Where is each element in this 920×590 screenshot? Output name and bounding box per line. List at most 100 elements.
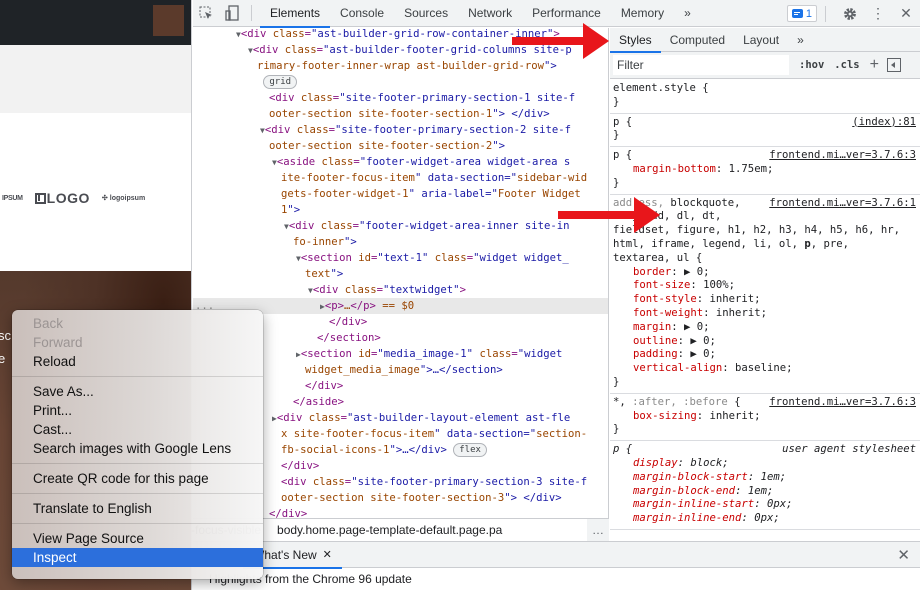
tab-sources[interactable]: Sources: [394, 0, 458, 27]
menu-item-reload[interactable]: Reload: [12, 352, 263, 371]
css-declaration[interactable]: font-style: inherit;: [613, 293, 916, 307]
style-rule[interactable]: element.style {}: [610, 80, 920, 114]
css-declaration[interactable]: margin-inline-end: 0px;: [613, 512, 916, 526]
more-sidebar-tabs-chevron-icon[interactable]: »: [788, 28, 813, 52]
inspect-element-icon[interactable]: [193, 0, 219, 27]
css-declaration[interactable]: margin-block-start: 1em;: [613, 471, 916, 485]
toggle-sidebar-icon[interactable]: [886, 58, 901, 72]
tab-elements[interactable]: Elements: [260, 0, 331, 28]
sidebar-tabs: Styles Computed Layout »: [610, 28, 920, 53]
logoipsum-mark-icon: ✣: [101, 195, 108, 202]
dom-node-line[interactable]: ooter-section site-footer-section-1"> </…: [193, 106, 608, 122]
new-style-rule-plus-icon[interactable]: +: [870, 56, 879, 74]
settings-gear-icon[interactable]: [836, 0, 864, 27]
dom-node-line[interactable]: ooter-section site-footer-section-2">: [193, 138, 608, 154]
dom-node-line[interactable]: ▼<div class="footer-widget-area-inner si…: [193, 218, 608, 234]
menu-item-back: Back: [33, 316, 64, 331]
menu-item-save-as[interactable]: Save As...: [12, 382, 263, 401]
dom-node-line[interactable]: 1">: [193, 202, 608, 218]
css-declaration[interactable]: box-sizing: inherit;: [613, 410, 916, 424]
dom-node-line[interactable]: ▼<aside class="footer-widget-area widget…: [193, 154, 608, 170]
css-declaration[interactable]: font-weight: inherit;: [613, 307, 916, 321]
rule-source-link[interactable]: frontend.mi…ver=3.7.6:1: [769, 197, 916, 211]
close-devtools-icon[interactable]: ✕: [892, 0, 920, 27]
logo-logoipsum: ✣ logoipsum: [101, 194, 146, 203]
message-icon: [791, 9, 803, 18]
tab-memory[interactable]: Memory: [611, 0, 674, 27]
device-toolbar-icon[interactable]: [219, 0, 245, 27]
tab-layout[interactable]: Layout: [734, 28, 788, 52]
whats-new-content: Highlights from the Chrome 96 update: [193, 569, 920, 590]
annotation-arrow-styles: [512, 23, 609, 59]
menu-item-create-qr-code-for-this-page[interactable]: Create QR code for this page: [12, 469, 263, 488]
menu-item-search-images-with-google-lens[interactable]: Search images with Google Lens: [12, 439, 263, 458]
css-declaration[interactable]: vertical-align: baseline;: [613, 362, 916, 376]
drawer-tabbar: Console What's New✕ ✕: [189, 541, 920, 569]
css-declaration[interactable]: margin: ▶ 0;: [613, 321, 916, 335]
grid-badge[interactable]: grid: [263, 75, 298, 89]
css-declaration[interactable]: outline: ▶ 0;: [613, 335, 916, 349]
dom-node-line[interactable]: rimary-footer-inner-wrap ast-builder-gri…: [193, 58, 608, 74]
breadcrumb-more-button[interactable]: …: [587, 519, 609, 541]
dom-node-line[interactable]: ▼<div class="site-footer-primary-section…: [193, 122, 608, 138]
dom-node-line[interactable]: fo-inner">: [193, 234, 608, 250]
site-gray-band: [0, 45, 191, 113]
kebab-menu-icon[interactable]: ⋮: [864, 0, 892, 27]
flex-badge[interactable]: flex: [453, 443, 487, 457]
menu-separator: [12, 493, 263, 494]
dom-node-line[interactable]: ▼<section id="text-1" class="widget widg…: [193, 250, 608, 266]
style-rule[interactable]: *, :after, :before {frontend.mi…ver=3.7.…: [610, 394, 920, 442]
menu-item-inspect[interactable]: Inspect: [12, 548, 263, 567]
tab-styles[interactable]: Styles: [610, 28, 661, 53]
css-declaration[interactable]: margin-bottom: 1.75em;: [613, 163, 916, 177]
menu-item-view-page-source[interactable]: View Page Source: [12, 529, 263, 548]
annotation-arrow-rule: [558, 197, 660, 233]
more-tabs-chevron-icon[interactable]: »: [674, 0, 701, 27]
rule-source-link[interactable]: frontend.mi…ver=3.7.6:3: [769, 396, 916, 410]
css-declaration[interactable]: margin-inline-start: 0px;: [613, 498, 916, 512]
issues-badge[interactable]: 1: [786, 5, 817, 22]
tab-computed[interactable]: Computed: [661, 28, 734, 52]
header-menu-button[interactable]: [153, 5, 184, 36]
dom-node-line[interactable]: grid: [193, 74, 608, 90]
rule-source-link[interactable]: frontend.mi…ver=3.7.6:3: [769, 149, 916, 163]
dom-node-line[interactable]: ▼<div class="textwidget">: [193, 282, 608, 298]
css-declaration[interactable]: border: ▶ 0;: [613, 266, 916, 280]
menu-item-print[interactable]: Print...: [12, 401, 263, 420]
close-drawer-icon[interactable]: ✕: [897, 546, 910, 564]
dom-node-line[interactable]: text">: [193, 266, 608, 282]
tab-console[interactable]: Console: [330, 0, 394, 27]
toolbar-divider: [251, 5, 252, 21]
style-rule[interactable]: p {frontend.mi…ver=3.7.6:3 margin-bottom:…: [610, 147, 920, 195]
menu-item-cast[interactable]: Cast...: [12, 420, 263, 439]
css-declaration[interactable]: padding: ▶ 0;: [613, 348, 916, 362]
menu-item-translate-to-english[interactable]: Translate to English: [12, 499, 263, 518]
devtools-window: Elements Console Sources Network Perform…: [189, 0, 920, 590]
close-tab-icon[interactable]: ✕: [323, 548, 332, 561]
style-rule[interactable]: p {(index):81}: [610, 114, 920, 148]
hov-toggle[interactable]: :hov: [799, 59, 824, 71]
client-logos: IPSUM LOGO ✣ logoipsum: [0, 186, 191, 210]
tab-network[interactable]: Network: [458, 0, 522, 27]
logo-ipsum: IPSUM: [2, 194, 23, 202]
css-declaration[interactable]: display: block;: [613, 457, 916, 471]
css-declaration[interactable]: margin-block-end: 1em;: [613, 485, 916, 499]
menu-separator: [12, 376, 263, 377]
breadcrumb-item[interactable]: body.home.page-template-default.page.pa: [277, 523, 502, 537]
toolbar-divider: [825, 5, 826, 22]
rule-source-link[interactable]: (index):81: [852, 116, 916, 130]
context-menu: Back Forward Reload Save As... Print... Cast.…: [12, 310, 263, 579]
cls-toggle[interactable]: .cls: [834, 59, 859, 71]
dom-node-line[interactable]: <div class="site-footer-primary-section-…: [193, 90, 608, 106]
dom-node-line[interactable]: gets-footer-widget-1" aria-label="Footer…: [193, 186, 608, 202]
rule-source-link: user agent stylesheet: [782, 443, 916, 456]
menu-separator: [12, 463, 263, 464]
styles-filter-input[interactable]: [613, 55, 789, 75]
css-declaration[interactable]: font-size: 100%;: [613, 279, 916, 293]
hero-text-fragment: sc: [0, 328, 11, 343]
styles-pane: Styles Computed Layout » :hov .cls + ele…: [610, 28, 920, 541]
dom-node-line[interactable]: ite-footer-focus-item" data-section="sid…: [193, 170, 608, 186]
style-rule[interactable]: p {user agent stylesheet display: block; m…: [610, 441, 920, 530]
menu-item-forward: Forward: [33, 335, 83, 350]
menu-separator: [12, 523, 263, 524]
